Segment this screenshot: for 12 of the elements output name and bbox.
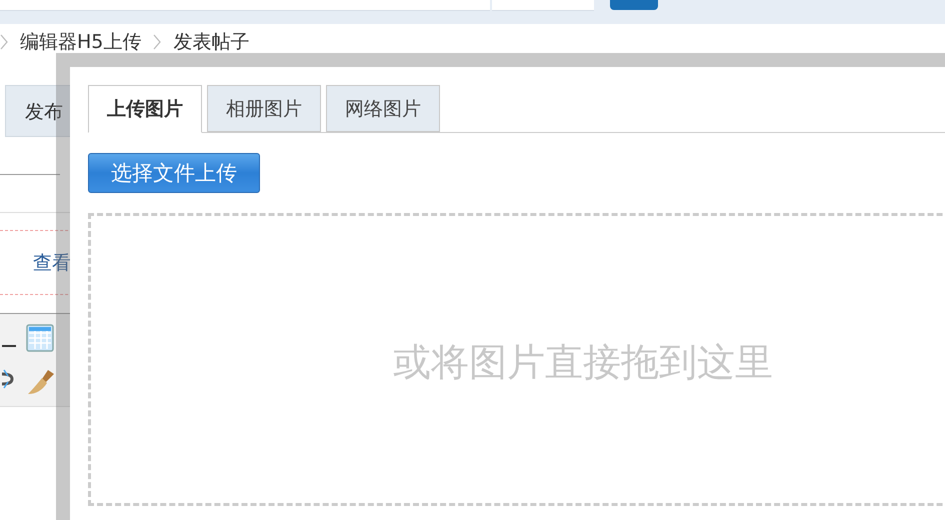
select-field[interactable] [492,0,594,11]
upload-button[interactable]: 选择文件上传 [88,153,260,193]
search-field[interactable] [0,0,490,11]
dialog-tab[interactable]: 相册图片 [207,85,321,132]
chevron-icon [153,34,162,50]
dialog-tab[interactable]: 上传图片 [88,85,202,133]
breadcrumb-link[interactable]: 发表帖子 [173,28,250,54]
chevron-icon [0,34,8,50]
breadcrumb-link[interactable]: 编辑器H5上传 [20,28,142,54]
table-icon[interactable] [26,324,54,352]
dialog-tab[interactable]: 网络图片 [326,85,440,132]
horizontal-rule-icon[interactable] [2,344,16,348]
